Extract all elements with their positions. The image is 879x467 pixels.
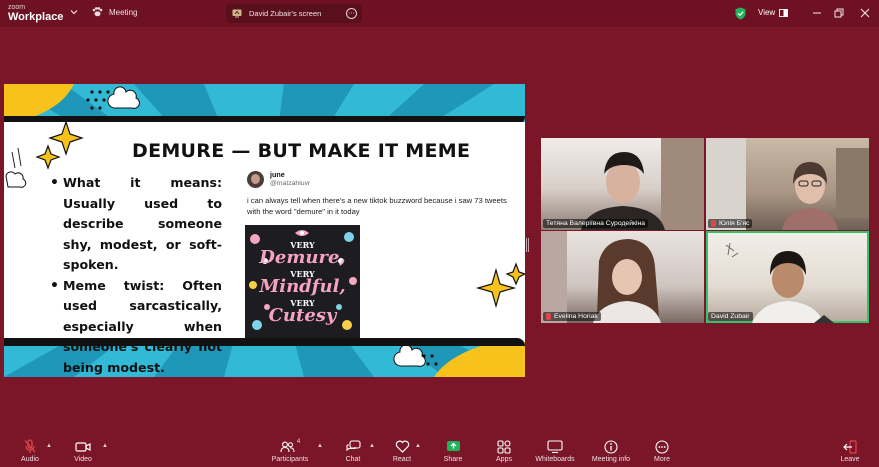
shared-screen-slide[interactable]: DEMURE — BUT MAKE IT MEME What it means:… [4,84,525,377]
share-screen-icon [446,441,460,451]
mic-muted-icon [24,439,36,453]
slide-bullet-item: What it means: Usually used to describe … [50,173,222,276]
zoom-workplace-logo[interactable]: zoom Workplace [8,4,63,23]
slide-bullet-list: What it means: Usually used to describe … [50,173,222,377]
leave-button[interactable]: Leave [825,439,875,463]
participant-video-feed [706,138,869,230]
whiteboard-icon [547,440,563,453]
participants-options-caret-icon[interactable]: ▲ [317,443,323,449]
react-label: React [392,456,412,463]
panel-resize-handle[interactable] [526,238,529,252]
paw-icon [92,7,103,17]
meme-text-line: Demure, [259,247,346,268]
chat-options-caret-icon[interactable]: ▲ [369,443,375,449]
chevron-down-icon[interactable] [70,8,78,16]
chat-label: Chat [345,456,361,463]
view-label: View [758,8,776,17]
chat-icon [345,440,361,452]
participant-video-tile[interactable]: Юлія Б'яс [706,138,869,230]
demure-meme-image: VERY Demure, VERY Mindful, VERY Cutesy [245,225,360,338]
top-bar: zoom Workplace Meeting David Zubair's sc… [0,0,879,27]
meeting-label: Meeting [109,7,138,17]
shield-check-icon[interactable] [735,7,746,20]
heart-icon [395,440,409,453]
participant-name-label: Тетяна Валеріївна Суродейкіна [543,219,649,228]
meeting-info-button[interactable]: Meeting info [586,439,636,463]
minimize-window-icon[interactable] [810,6,824,20]
share-button-label: Share [443,456,463,463]
leave-icon [843,439,857,454]
video-camera-icon [75,441,91,452]
leave-label: Leave [840,456,860,463]
share-label: David Zubair's screen [249,9,322,18]
more-options-icon[interactable]: ⋯ [346,8,357,19]
tweet-author-name: june [270,170,285,179]
participant-video-tile[interactable]: Evelina Horiak [541,231,704,323]
more-label: More [654,456,670,463]
participant-name-label: Evelina Horiak [543,312,601,321]
info-icon [604,439,618,454]
participant-video-tile[interactable]: Тетяна Валеріївна Суродейкіна [541,138,704,230]
video-button[interactable]: Video [58,439,108,463]
participants-button[interactable]: 4 Participants [265,439,315,463]
participants-count: 4 [296,439,301,445]
apps-icon [497,439,511,454]
screen-share-indicator[interactable]: David Zubair's screen ⋯ [226,4,362,23]
participant-video-feed [541,231,661,323]
muted-mic-icon [546,313,551,320]
whiteboards-label: Whiteboards [535,456,575,463]
meme-text-line: Mindful, [259,276,346,297]
tweet-avatar [247,171,264,188]
meme-text-line: Cutesy [268,305,337,326]
meeting-toolbar: Audio ▲ Video ▲ 4 Participants ▲ Chat ▲ … [0,435,879,467]
brand-zoom-text: zoom [8,4,26,11]
grid-view-icon [779,8,789,17]
apps-button[interactable]: Apps [479,439,529,463]
meeting-info-label: Meeting info [591,456,631,463]
meeting-tab[interactable]: Meeting [92,7,137,17]
participants-icon [280,441,295,452]
screen-share-icon [232,9,242,18]
whiteboards-button[interactable]: Whiteboards [530,439,580,463]
close-window-icon[interactable] [858,6,872,20]
more-icon [655,439,669,454]
apps-label: Apps [496,456,512,463]
participants-label: Participants [271,456,309,463]
muted-mic-icon [711,220,716,227]
participant-video-feed [581,138,704,230]
participant-video-tile-active-speaker[interactable]: David Zubair [706,231,869,323]
audio-options-caret-icon[interactable]: ▲ [46,443,52,449]
tweet-author-handle: @matzahluvr [270,180,311,187]
slide-bullet-item: Meme twist: Often used sarcastically, es… [50,276,222,378]
video-label: Video [74,456,92,463]
participant-name-label: David Zubair [708,312,753,321]
tweet-text: i can always tell when there's a new tik… [247,196,507,216]
more-button[interactable]: More [637,439,687,463]
slide-title: DEMURE — BUT MAKE IT MEME [132,140,471,162]
view-button[interactable]: View [758,8,789,17]
brand-workplace-text: Workplace [8,11,64,23]
video-options-caret-icon[interactable]: ▲ [102,443,108,449]
react-options-caret-icon[interactable]: ▲ [415,443,421,449]
restore-window-icon[interactable] [832,6,846,20]
share-button[interactable]: Share [428,439,478,463]
participant-video-feed [725,242,834,323]
audio-label: Audio [21,456,39,463]
participant-name-label: Юлія Б'яс [708,219,753,228]
